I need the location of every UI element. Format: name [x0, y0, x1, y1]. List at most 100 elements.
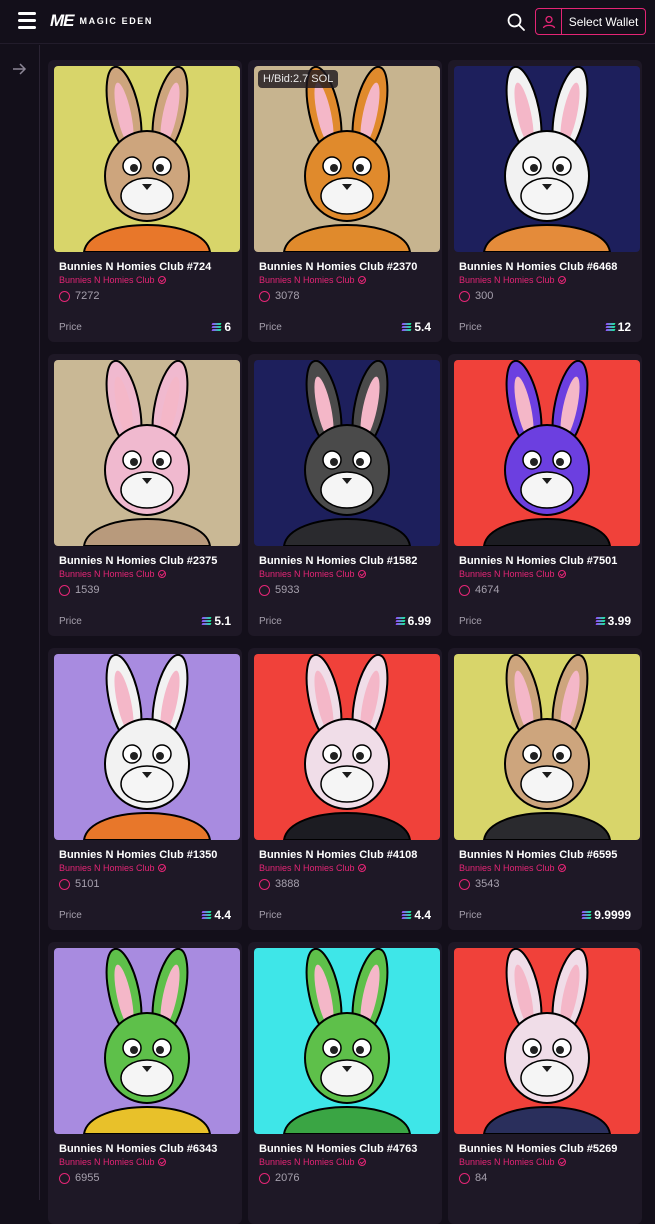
- collection-link[interactable]: Bunnies N Homies Club: [59, 569, 236, 579]
- nft-image[interactable]: [454, 948, 640, 1134]
- rarity-rank: 3078: [259, 290, 436, 302]
- nft-card[interactable]: Bunnies N Homies Club #1350 Bunnies N Ho…: [48, 648, 242, 930]
- nft-name[interactable]: Bunnies N Homies Club #5269: [459, 1143, 636, 1155]
- top-nav: ME MAGIC EDEN Select Wallet: [0, 0, 655, 44]
- nft-image[interactable]: [54, 654, 240, 840]
- nft-name[interactable]: Bunnies N Homies Club #1350: [59, 849, 236, 861]
- verified-icon: [157, 570, 166, 578]
- expand-arrow-icon[interactable]: [11, 61, 27, 77]
- solana-icon: [401, 323, 412, 331]
- collection-name: Bunnies N Homies Club: [259, 569, 355, 579]
- price-value: 4.4: [401, 908, 431, 922]
- rank-icon: [259, 1172, 270, 1184]
- collection-link[interactable]: Bunnies N Homies Club: [59, 863, 236, 873]
- solana-icon: [395, 617, 406, 625]
- price-value: 3.99: [595, 614, 631, 628]
- rank-value: 84: [475, 1172, 488, 1184]
- collection-link[interactable]: Bunnies N Homies Club: [59, 1157, 236, 1167]
- collection-name: Bunnies N Homies Club: [459, 275, 555, 285]
- price-value: 9.9999: [581, 908, 631, 922]
- price-label: Price: [59, 321, 82, 333]
- nft-card[interactable]: Bunnies N Homies Club #5269 Bunnies N Ho…: [448, 942, 642, 1224]
- collection-link[interactable]: Bunnies N Homies Club: [259, 1157, 436, 1167]
- nft-image[interactable]: [454, 360, 640, 546]
- verified-icon: [557, 1158, 566, 1166]
- price-label: Price: [59, 615, 82, 627]
- nft-name[interactable]: Bunnies N Homies Club #2375: [59, 555, 236, 567]
- verified-icon: [157, 1158, 166, 1166]
- price-row: Price 9.9999: [459, 908, 631, 922]
- nft-image[interactable]: [454, 66, 640, 252]
- nft-image[interactable]: [254, 654, 440, 840]
- logo-text: MAGIC EDEN: [79, 16, 154, 26]
- nft-image[interactable]: [254, 948, 440, 1134]
- nft-image[interactable]: [254, 360, 440, 546]
- collection-link[interactable]: Bunnies N Homies Club: [259, 275, 436, 285]
- nft-name[interactable]: Bunnies N Homies Club #2370: [259, 261, 436, 273]
- rank-value: 3543: [475, 878, 500, 890]
- collection-name: Bunnies N Homies Club: [459, 569, 555, 579]
- nft-name[interactable]: Bunnies N Homies Club #1582: [259, 555, 436, 567]
- price-label: Price: [459, 615, 482, 627]
- price-row: Price 4.4: [59, 908, 231, 922]
- hamburger-menu-icon[interactable]: [18, 12, 40, 32]
- verified-icon: [357, 1158, 366, 1166]
- collection-name: Bunnies N Homies Club: [259, 1157, 355, 1167]
- collection-name: Bunnies N Homies Club: [459, 1157, 555, 1167]
- select-wallet-button[interactable]: Select Wallet: [562, 8, 646, 35]
- nft-image[interactable]: [54, 66, 240, 252]
- nft-card[interactable]: Bunnies N Homies Club #6468 Bunnies N Ho…: [448, 60, 642, 342]
- rarity-rank: 84: [459, 1172, 636, 1184]
- rarity-rank: 3888: [259, 878, 436, 890]
- nft-name[interactable]: Bunnies N Homies Club #724: [59, 261, 236, 273]
- rank-icon: [59, 290, 70, 302]
- nft-name[interactable]: Bunnies N Homies Club #6343: [59, 1143, 236, 1155]
- collection-link[interactable]: Bunnies N Homies Club: [59, 275, 236, 285]
- search-icon[interactable]: [506, 12, 526, 32]
- rarity-rank: 2076: [259, 1172, 436, 1184]
- solana-icon: [201, 617, 212, 625]
- nft-name[interactable]: Bunnies N Homies Club #4108: [259, 849, 436, 861]
- collection-link[interactable]: Bunnies N Homies Club: [459, 275, 636, 285]
- price-row: Price 5.4: [259, 320, 431, 334]
- rank-value: 300: [475, 290, 494, 302]
- nft-name[interactable]: Bunnies N Homies Club #6468: [459, 261, 636, 273]
- price-label: Price: [459, 321, 482, 333]
- rarity-rank: 300: [459, 290, 636, 302]
- collection-name: Bunnies N Homies Club: [459, 863, 555, 873]
- price-label: Price: [459, 909, 482, 921]
- logo[interactable]: ME MAGIC EDEN: [50, 11, 153, 31]
- collection-link[interactable]: Bunnies N Homies Club: [459, 1157, 636, 1167]
- nft-name[interactable]: Bunnies N Homies Club #7501: [459, 555, 636, 567]
- nft-card[interactable]: Bunnies N Homies Club #6595 Bunnies N Ho…: [448, 648, 642, 930]
- nft-name[interactable]: Bunnies N Homies Club #4763: [259, 1143, 436, 1155]
- solana-icon: [211, 323, 222, 331]
- nft-name[interactable]: Bunnies N Homies Club #6595: [459, 849, 636, 861]
- nft-card[interactable]: Bunnies N Homies Club #724 Bunnies N Hom…: [48, 60, 242, 342]
- collection-link[interactable]: Bunnies N Homies Club: [459, 863, 636, 873]
- collection-link[interactable]: Bunnies N Homies Club: [259, 863, 436, 873]
- logo-mark: ME: [50, 11, 74, 30]
- collection-link[interactable]: Bunnies N Homies Club: [459, 569, 636, 579]
- nft-image[interactable]: H/Bid:2.7 SOL: [254, 66, 440, 252]
- rank-value: 4674: [475, 584, 500, 596]
- nft-image[interactable]: [54, 360, 240, 546]
- nft-card[interactable]: Bunnies N Homies Club #1582 Bunnies N Ho…: [248, 354, 442, 636]
- rank-value: 1539: [75, 584, 100, 596]
- nft-card[interactable]: H/Bid:2.7 SOL Bunnies N Homies Club #237…: [248, 60, 442, 342]
- collection-link[interactable]: Bunnies N Homies Club: [259, 569, 436, 579]
- nft-card[interactable]: Bunnies N Homies Club #7501 Bunnies N Ho…: [448, 354, 642, 636]
- price-row: Price 6.99: [259, 614, 431, 628]
- nft-image[interactable]: [454, 654, 640, 840]
- collection-name: Bunnies N Homies Club: [59, 863, 155, 873]
- price-value: 6.99: [395, 614, 431, 628]
- rank-icon: [59, 1172, 70, 1184]
- price-value: 6: [211, 320, 231, 334]
- user-icon[interactable]: [535, 8, 562, 35]
- nft-card[interactable]: Bunnies N Homies Club #4108 Bunnies N Ho…: [248, 648, 442, 930]
- price-label: Price: [259, 615, 282, 627]
- nft-card[interactable]: Bunnies N Homies Club #6343 Bunnies N Ho…: [48, 942, 242, 1224]
- nft-card[interactable]: Bunnies N Homies Club #2375 Bunnies N Ho…: [48, 354, 242, 636]
- nft-card[interactable]: Bunnies N Homies Club #4763 Bunnies N Ho…: [248, 942, 442, 1224]
- nft-image[interactable]: [54, 948, 240, 1134]
